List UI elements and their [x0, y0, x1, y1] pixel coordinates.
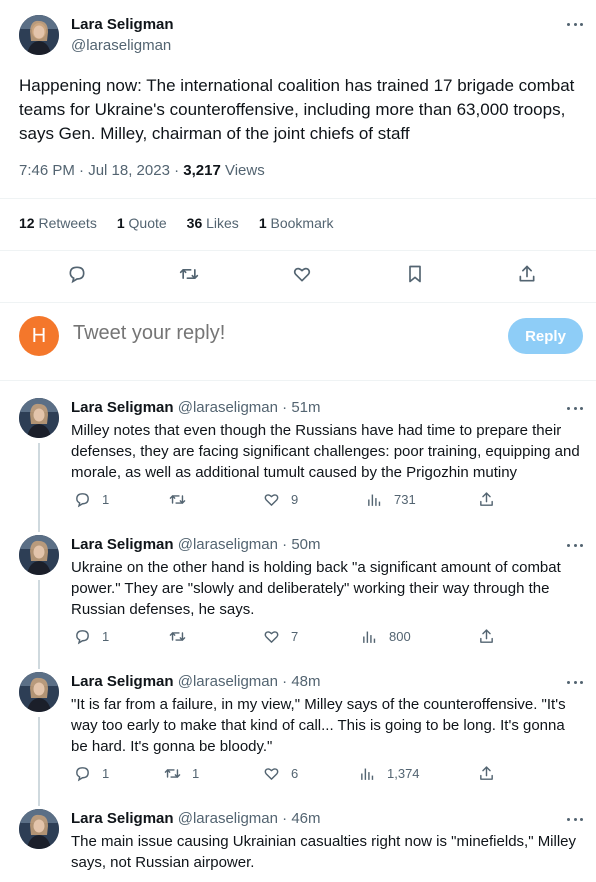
- retweet-icon: [164, 769, 181, 778]
- retweet-icon: [169, 632, 186, 641]
- tweet-stats: 12 Retweets 1 Quote 36 Likes 1 Bookmark: [19, 215, 354, 231]
- tweet-header: Lara Seligman @laraseligman · 51m: [71, 399, 321, 416]
- reply-button[interactable]: Reply: [508, 318, 583, 354]
- thread-tweet[interactable]: Lara Seligman @laraseligman · 46m The ma…: [0, 794, 596, 882]
- divider: [0, 198, 596, 199]
- thread-connector: [38, 580, 40, 660]
- author-name[interactable]: Lara Seligman: [71, 673, 174, 690]
- analytics-icon: [363, 631, 376, 643]
- author-handle-time[interactable]: @laraseligman · 51m: [178, 399, 321, 416]
- bookmarks-stat[interactable]: 1 Bookmark: [259, 215, 334, 231]
- like-action[interactable]: 7: [263, 628, 298, 645]
- quotes-stat[interactable]: 1 Quote: [117, 215, 167, 231]
- views-action[interactable]: 1,374: [359, 765, 420, 782]
- author-handle[interactable]: @laraseligman: [71, 37, 171, 54]
- views-action[interactable]: 731: [366, 491, 416, 508]
- author-name[interactable]: Lara Seligman: [71, 810, 174, 827]
- reply-icon: [76, 630, 89, 645]
- like-icon: [264, 768, 279, 780]
- retweets-stat[interactable]: 12 Retweets: [19, 215, 97, 231]
- tweet-actions: 1 1 6 1,374: [0, 765, 596, 783]
- like-icon: [264, 494, 279, 506]
- thread-tweet[interactable]: Lara Seligman @laraseligman · 48m "It is…: [0, 657, 596, 797]
- like-action[interactable]: 9: [263, 491, 298, 508]
- author-name[interactable]: Lara Seligman: [71, 399, 174, 416]
- retweet-action[interactable]: [169, 628, 197, 645]
- tweet-header: Lara Seligman @laraseligman · 50m: [71, 536, 321, 553]
- share-action[interactable]: [478, 628, 506, 645]
- reply-action[interactable]: 1: [74, 628, 109, 645]
- retweet-icon: [169, 495, 186, 504]
- divider: [0, 250, 596, 251]
- share-action[interactable]: [478, 491, 506, 508]
- thread-connector: [38, 443, 40, 523]
- tweet-text: "It is far from a failure, in my view," …: [71, 696, 566, 755]
- tweet-header: Lara Seligman @laraseligman · 48m: [71, 673, 321, 690]
- author-avatar[interactable]: [19, 672, 59, 712]
- thread-connector: [38, 520, 40, 532]
- share-icon[interactable]: [517, 264, 537, 284]
- thread-connector: [38, 657, 40, 669]
- like-action[interactable]: 6: [263, 765, 298, 782]
- retweet-icon[interactable]: [179, 264, 199, 284]
- divider: [0, 302, 596, 303]
- tweet-text: Happening now: The international coaliti…: [19, 76, 575, 143]
- likes-stat[interactable]: 36 Likes: [187, 215, 239, 231]
- like-icon: [264, 631, 279, 643]
- reply-composer: H Reply: [0, 310, 596, 362]
- reply-action[interactable]: 1: [74, 765, 109, 782]
- more-options-icon[interactable]: [567, 675, 583, 689]
- share-icon: [480, 492, 493, 506]
- share-action[interactable]: [478, 765, 506, 782]
- tweet-text: The main issue causing Ukrainian casualt…: [71, 833, 577, 871]
- author-avatar[interactable]: [19, 535, 59, 575]
- thread-tweet[interactable]: Lara Seligman @laraseligman · 50m Ukrain…: [0, 520, 596, 660]
- retweet-action[interactable]: [169, 491, 197, 508]
- tweet-header: Lara Seligman @laraseligman · 46m: [71, 810, 321, 827]
- bookmark-icon[interactable]: [405, 264, 425, 284]
- more-options-icon[interactable]: [567, 538, 583, 552]
- author-handle-time[interactable]: @laraseligman · 48m: [178, 673, 321, 690]
- reply-input[interactable]: [73, 322, 453, 345]
- tweet-actions: 1 9 731: [0, 491, 596, 509]
- analytics-icon: [368, 494, 381, 506]
- tweet-actions: 1 7 800: [0, 628, 596, 646]
- author-name[interactable]: Lara Seligman: [71, 16, 174, 33]
- tweet-meta: 7:46 PM · Jul 18, 2023 · 3,217 Views: [19, 162, 265, 179]
- author-avatar[interactable]: [19, 398, 59, 438]
- tweet-actions: [0, 264, 596, 286]
- views-action[interactable]: 800: [361, 628, 411, 645]
- user-avatar: H: [19, 316, 59, 356]
- tweet-text: Milley notes that even though the Russia…: [71, 422, 580, 481]
- divider: [0, 380, 596, 381]
- reply-icon[interactable]: [67, 264, 87, 284]
- author-handle-time[interactable]: @laraseligman · 50m: [178, 536, 321, 553]
- more-options-icon[interactable]: [567, 401, 583, 415]
- tweet-timestamp[interactable]: 7:46 PM · Jul 18, 2023 ·: [19, 162, 183, 179]
- author-avatar[interactable]: [19, 15, 59, 55]
- thread-tweet[interactable]: Lara Seligman @laraseligman · 51m Milley…: [0, 383, 596, 523]
- author-name[interactable]: Lara Seligman: [71, 536, 174, 553]
- more-options-icon[interactable]: [567, 17, 583, 31]
- tweet-text: Ukraine on the other hand is holding bac…: [71, 559, 561, 618]
- like-icon[interactable]: [292, 264, 312, 284]
- retweet-action[interactable]: 1: [164, 765, 199, 782]
- share-icon: [480, 629, 493, 643]
- reply-action[interactable]: 1: [74, 491, 109, 508]
- author-handle-time[interactable]: @laraseligman · 46m: [178, 810, 321, 827]
- analytics-icon: [361, 768, 374, 780]
- views-count: 3,217: [183, 162, 221, 179]
- views-label: Views: [220, 162, 265, 179]
- more-options-icon[interactable]: [567, 812, 583, 826]
- thread-connector: [38, 794, 40, 806]
- author-avatar[interactable]: [19, 809, 59, 849]
- share-icon: [480, 766, 493, 780]
- thread-connector: [38, 717, 40, 797]
- reply-icon: [76, 493, 89, 508]
- reply-icon: [76, 767, 89, 782]
